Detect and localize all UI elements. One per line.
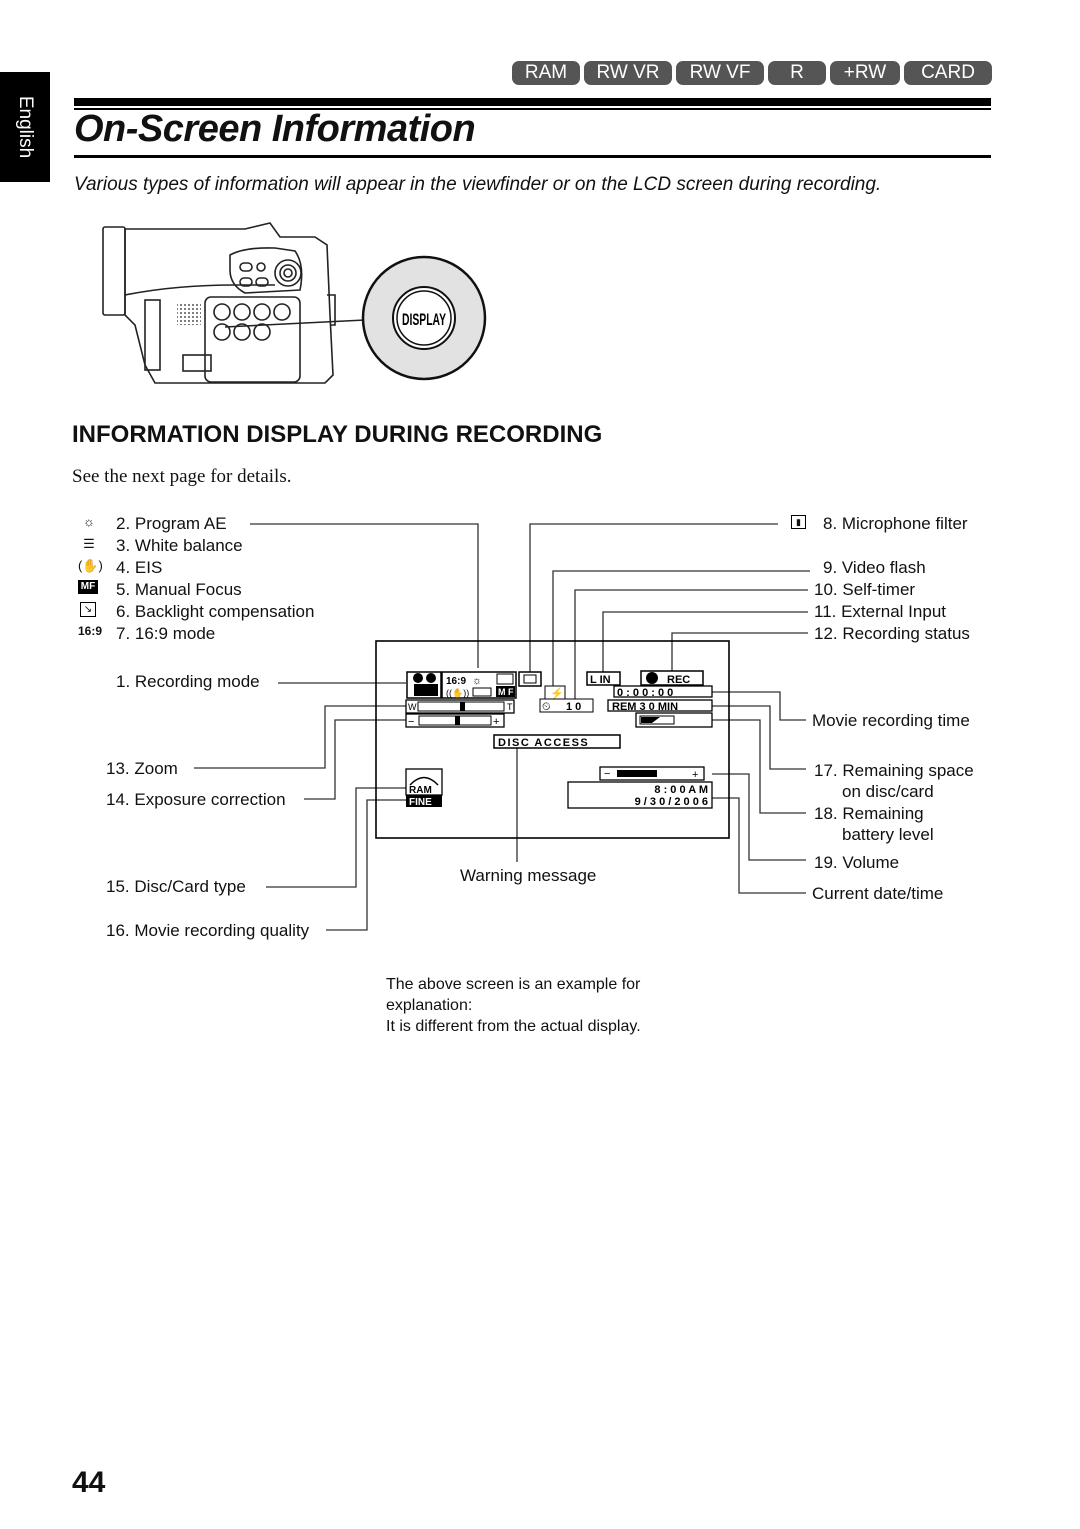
zoom-w: W [408, 702, 417, 712]
note-line-3: It is different from the actual display. [386, 1018, 641, 1035]
self-timer-value: 1 0 [566, 701, 581, 713]
leader-external-input [602, 611, 808, 672]
leader-zoom [194, 705, 406, 769]
rec-dot-icon [646, 672, 658, 684]
zoom-t: T [507, 702, 513, 712]
note-line-2: explanation: [386, 997, 473, 1014]
leader-volume [712, 773, 806, 861]
page-number: 44 [72, 1466, 106, 1499]
leader-quality [326, 799, 406, 931]
leader-battery [712, 719, 806, 814]
volume-level [617, 770, 657, 777]
exposure-minus: − [408, 716, 414, 728]
volume-minus: − [604, 768, 610, 780]
backlight-indicator [496, 673, 514, 685]
mf-indicator: M F [498, 687, 514, 697]
recording-mode-icon [406, 671, 442, 699]
volume-plus: + [692, 769, 698, 781]
note-line-1: The above screen is an example for [386, 976, 641, 993]
wide-mode-indicator: 16:9 [446, 676, 466, 687]
flash-icon: ⚡ [550, 687, 564, 700]
exposure-plus: + [493, 716, 499, 728]
exposure-marker [455, 716, 460, 725]
current-time: 8 : 0 0 A M [654, 784, 708, 796]
program-ae-indicator: ☼ [472, 675, 482, 687]
remaining-time: REM 3 0 MIN [612, 701, 678, 713]
timer-icon: ⏲ [542, 701, 551, 713]
leader-mic-filter [529, 523, 778, 672]
zoom-marker [460, 702, 465, 711]
leader-program-ae [250, 523, 479, 668]
recording-counter: 0 : 0 0 : 0 0 [617, 687, 673, 699]
leader-exposure [304, 719, 406, 800]
eis-indicator: ((✋)) [446, 687, 469, 698]
quality-label: FINE [409, 797, 432, 808]
mic-filter-indicator [518, 671, 542, 687]
line-in-label: L IN [590, 674, 611, 686]
leader-recording-status [671, 632, 808, 672]
leader-date-time [712, 797, 806, 894]
leader-remaining-space [712, 705, 806, 770]
warning-message: DISC ACCESS [498, 737, 589, 749]
note: The above screen is an example for expla… [386, 974, 641, 1037]
rec-label: REC [667, 674, 690, 686]
disc-type-label: RAM [409, 785, 432, 796]
screen-diagram: 16:9 ☼ ((✋)) M F W T − + ⚡ ⏲ 1 0 L IN RE… [194, 523, 810, 931]
current-date: 9 / 3 0 / 2 0 0 6 [635, 796, 708, 808]
